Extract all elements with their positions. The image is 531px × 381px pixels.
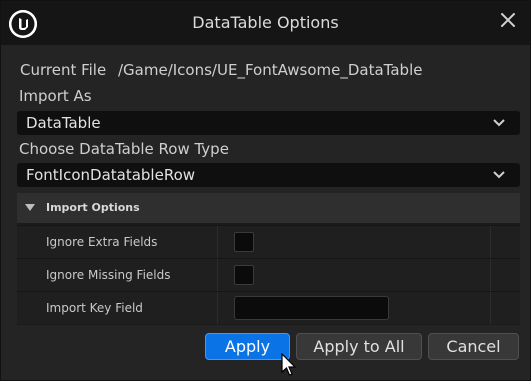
- title-bar[interactable]: DataTable Options: [1, 1, 530, 45]
- property-row-ignore-missing-fields: Ignore Missing Fields: [17, 258, 520, 291]
- row-type-dropdown[interactable]: FontIconDatatableRow: [17, 163, 520, 187]
- column-divider: [217, 292, 218, 324]
- import-as-value: DataTable: [26, 114, 101, 132]
- apply-to-all-button[interactable]: Apply to All: [296, 333, 422, 360]
- ignore-extra-fields-checkbox[interactable]: [234, 232, 254, 252]
- property-label: Import Key Field: [46, 301, 143, 315]
- column-divider: [217, 226, 218, 258]
- cancel-button[interactable]: Cancel: [428, 333, 519, 360]
- chevron-down-icon: [493, 171, 505, 179]
- import-options-title: Import Options: [46, 201, 140, 214]
- collapse-triangle-icon: [25, 204, 35, 211]
- close-icon[interactable]: [498, 10, 518, 30]
- property-row-import-key-field: Import Key Field: [17, 291, 520, 324]
- property-label: Ignore Extra Fields: [46, 235, 158, 249]
- mouse-pointer-icon: [281, 353, 297, 376]
- import-options-panel: Import Options Ignore Extra Fields Ignor…: [17, 193, 520, 325]
- import-as-label: Import As: [19, 87, 92, 105]
- property-label: Ignore Missing Fields: [46, 268, 171, 282]
- current-file-label: Current File: [20, 61, 107, 79]
- dialog-title: DataTable Options: [192, 13, 339, 32]
- chevron-down-icon: [493, 119, 505, 127]
- current-file-path: /Game/Icons/UE_FontAwsome_DataTable: [118, 61, 423, 79]
- import-options-header[interactable]: Import Options: [17, 193, 520, 223]
- column-divider: [490, 226, 491, 258]
- import-as-dropdown[interactable]: DataTable: [17, 111, 520, 135]
- import-key-field-input[interactable]: [234, 296, 389, 320]
- property-row-ignore-extra-fields: Ignore Extra Fields: [17, 225, 520, 258]
- row-type-value: FontIconDatatableRow: [26, 166, 196, 184]
- column-divider: [490, 292, 491, 324]
- column-divider: [490, 259, 491, 291]
- column-divider: [217, 259, 218, 291]
- datatable-options-dialog: DataTable Options Current File /Game/Ico…: [0, 0, 531, 381]
- ignore-missing-fields-checkbox[interactable]: [234, 265, 254, 285]
- apply-button[interactable]: Apply: [205, 333, 290, 360]
- row-type-label: Choose DataTable Row Type: [19, 140, 229, 158]
